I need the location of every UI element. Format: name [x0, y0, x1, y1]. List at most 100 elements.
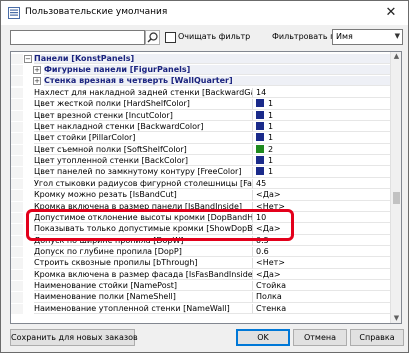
- group-label: Панели [KonstPanels]: [34, 54, 391, 65]
- property-row[interactable]: Цвет стойки [PillarColor] 1: [11, 133, 391, 144]
- property-value-text: 1: [268, 99, 274, 109]
- property-row[interactable]: Угол стыковки радиусов фигурной столешни…: [11, 178, 391, 190]
- property-value-text: 1: [268, 110, 274, 120]
- color-swatch: [256, 144, 264, 153]
- property-value-text: 45: [256, 178, 267, 188]
- close-button[interactable]: ✕: [378, 4, 404, 22]
- highlight-annotation: [26, 209, 294, 241]
- color-swatch: [256, 110, 264, 119]
- property-value[interactable]: 1: [253, 167, 391, 178]
- property-row[interactable]: Строить сквозные пропилы [bThrough] <Нет>: [11, 258, 391, 269]
- vertical-scrollbar[interactable]: ▲ ▼: [390, 52, 401, 323]
- property-value-text: 2: [268, 144, 274, 154]
- property-row[interactable]: Наименование стойки [NamePost] Стойка: [11, 280, 391, 292]
- property-value[interactable]: Полка: [253, 292, 391, 303]
- property-name: Цвет утопленной стенки [BackColor]: [34, 156, 253, 167]
- property-name: Допуск по глубине пропила [DopP]: [34, 246, 253, 258]
- property-name: Кромку можно резать [IsBandCut]: [34, 190, 253, 201]
- property-row[interactable]: Цвет панелей по замкнутому контуру [Free…: [11, 167, 391, 178]
- subgroup-label: Стенка врезная в четверть [WallQuarter]: [44, 76, 391, 87]
- property-value-text: 1: [268, 167, 274, 177]
- property-value-text: Полка: [256, 292, 282, 302]
- color-swatch: [256, 133, 264, 142]
- dialog-window: Пользовательские умолчания ✕ Очищать фил…: [0, 0, 409, 353]
- subgroup-label: Фигурные панели [FigurPanels]: [44, 65, 391, 76]
- property-value[interactable]: Стойка: [253, 280, 391, 292]
- property-value-text: Стенка: [256, 303, 287, 313]
- ok-button[interactable]: OK: [236, 329, 290, 346]
- property-value[interactable]: <Нет>: [253, 258, 391, 269]
- property-name: Наименование полки [NameShell]: [34, 292, 253, 303]
- property-value[interactable]: <Да>: [253, 190, 391, 201]
- property-value[interactable]: 1: [253, 156, 391, 167]
- expand-icon[interactable]: +: [33, 77, 41, 85]
- property-name: Цвет накладной стенки [BackwardColor]: [34, 122, 253, 133]
- color-swatch: [256, 167, 264, 176]
- property-value-text: <Да>: [256, 269, 281, 279]
- property-row[interactable]: Цвет жесткой полки [HardShelfColor] 1: [11, 99, 391, 110]
- save-new-orders-button[interactable]: Сохранить для новых заказов: [10, 329, 138, 346]
- search-button[interactable]: [145, 30, 160, 45]
- scroll-up-icon[interactable]: ▲: [392, 52, 401, 61]
- filter-by-select[interactable]: Имя ▼: [332, 29, 403, 45]
- property-value[interactable]: 1: [253, 110, 391, 122]
- expand-icon[interactable]: +: [33, 66, 41, 74]
- property-row[interactable]: Кромка включена в размер фасада [IsFasBa…: [11, 269, 391, 280]
- property-name: Наименование стойки [NamePost]: [34, 280, 253, 292]
- property-value[interactable]: 1: [253, 99, 391, 110]
- group-row[interactable]: − Панели [KonstPanels]: [11, 54, 391, 65]
- title-bar: Пользовательские умолчания ✕: [1, 1, 408, 25]
- property-grid[interactable]: − Панели [KonstPanels] + Фигурные панели…: [10, 51, 402, 324]
- filter-by-value: Имя: [336, 32, 353, 41]
- chevron-down-icon: ▼: [394, 32, 400, 40]
- property-value-text: 1: [268, 133, 274, 143]
- property-value-text: 0.6: [256, 246, 269, 256]
- clear-filter-checkbox[interactable]: [165, 32, 176, 43]
- property-row[interactable]: Цвет накладной стенки [BackwardColor] 1: [11, 122, 391, 133]
- clear-filter-label: Очищать фильтр: [178, 32, 251, 41]
- property-name: Цвет панелей по замкнутому контуру [Free…: [34, 167, 253, 178]
- property-value-text: 1: [268, 156, 274, 166]
- window-title: Пользовательские умолчания: [25, 7, 168, 17]
- app-icon: [8, 7, 20, 19]
- property-name: Угол стыковки радиусов фигурной столешни…: [34, 178, 253, 190]
- property-row[interactable]: Цвет съемной полки [SoftShelfColor] 2: [11, 144, 391, 156]
- property-value-text: <Да>: [256, 190, 281, 200]
- property-value[interactable]: 1: [253, 133, 391, 144]
- subgroup-row[interactable]: + Фигурные панели [FigurPanels]: [11, 65, 391, 76]
- property-name: Цвет съемной полки [SoftShelfColor]: [34, 144, 253, 156]
- property-row[interactable]: Допуск по глубине пропила [DopP] 0.6: [11, 246, 391, 258]
- property-name: Наименование утопленной стенки [NameWall…: [34, 303, 253, 315]
- scroll-thumb[interactable]: [393, 192, 400, 204]
- property-row[interactable]: Цвет утопленной стенки [BackColor] 1: [11, 156, 391, 167]
- property-name: Кромка включена в размер фасада [IsFasBa…: [34, 269, 253, 280]
- property-value-text: <Нет>: [256, 258, 286, 268]
- property-value[interactable]: Стенка: [253, 303, 391, 315]
- cancel-button[interactable]: Отмена: [293, 329, 347, 346]
- property-value[interactable]: 45: [253, 178, 391, 190]
- collapse-icon[interactable]: −: [24, 55, 32, 63]
- property-row[interactable]: Кромку можно резать [IsBandCut] <Да>: [11, 190, 391, 201]
- property-value[interactable]: 2: [253, 144, 391, 156]
- scroll-down-icon[interactable]: ▼: [392, 314, 401, 323]
- search-icon: [147, 32, 158, 43]
- property-value-text: 14: [256, 88, 267, 97]
- property-row[interactable]: Наименование полки [NameShell] Полка: [11, 292, 391, 303]
- color-swatch: [256, 122, 264, 131]
- property-name: Цвет жесткой полки [HardShelfColor]: [34, 99, 253, 110]
- property-value[interactable]: 1: [253, 122, 391, 133]
- property-row[interactable]: Цвет врезной стенки [IncutColor] 1: [11, 110, 391, 122]
- subgroup-row[interactable]: + Стенка врезная в четверть [WallQuarter…: [11, 76, 391, 87]
- property-value[interactable]: <Да>: [253, 270, 391, 280]
- property-row[interactable]: Нахлест для накладной задней стенки [Bac…: [11, 88, 391, 99]
- help-button[interactable]: Справка: [350, 329, 404, 346]
- property-name: Строить сквозные пропилы [bThrough]: [34, 258, 253, 269]
- property-name: Нахлест для накладной задней стенки [Bac…: [34, 88, 253, 99]
- search-input[interactable]: [10, 30, 145, 45]
- property-value-text: Стойка: [256, 280, 287, 290]
- property-name: Цвет стойки [PillarColor]: [34, 133, 253, 144]
- property-row[interactable]: Наименование утопленной стенки [NameWall…: [11, 303, 391, 315]
- color-swatch: [256, 99, 264, 108]
- property-value[interactable]: 14: [253, 88, 391, 99]
- property-value[interactable]: 0.6: [253, 246, 391, 258]
